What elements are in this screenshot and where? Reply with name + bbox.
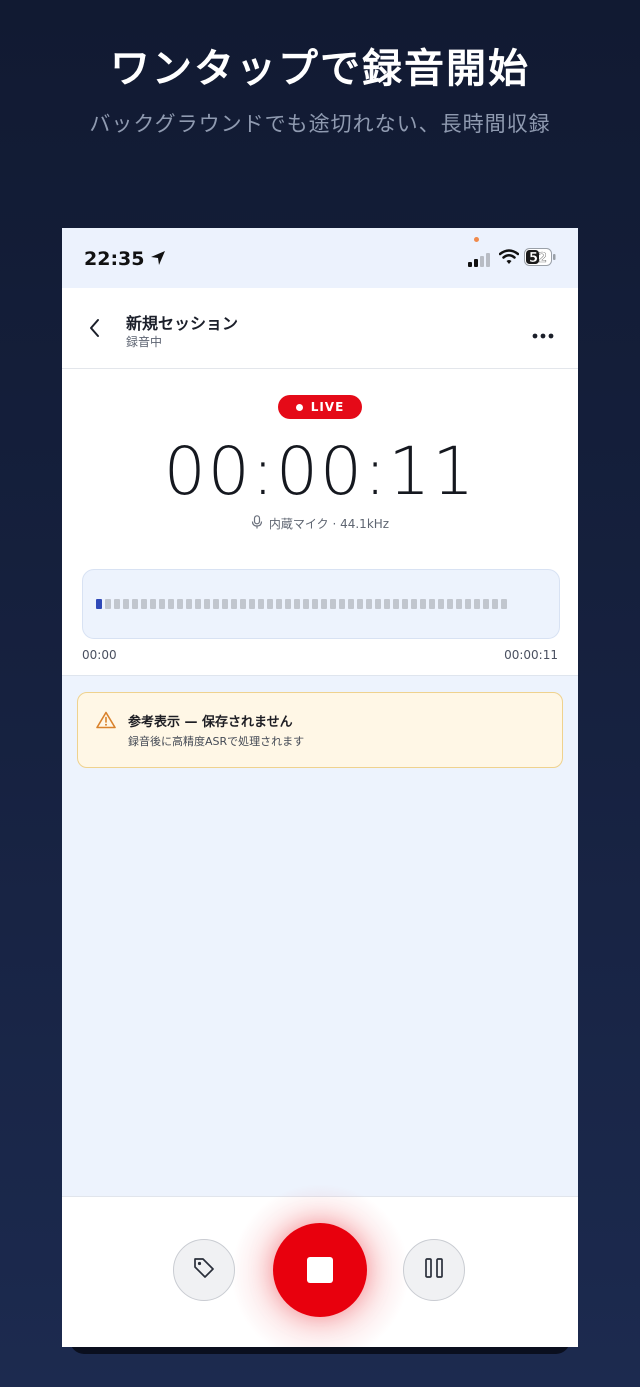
- timeline-start: 00:00: [82, 648, 117, 662]
- waveform-bar: [321, 599, 327, 609]
- location-arrow-icon: [149, 249, 167, 271]
- waveform-bar: [285, 599, 291, 609]
- waveform-bar: [159, 599, 165, 609]
- waveform-bar: [420, 599, 426, 609]
- notice-body: 録音後に高精度ASRで処理されます: [128, 735, 305, 748]
- microphone-icon: [251, 515, 263, 532]
- waveform-bar: [96, 599, 102, 609]
- waveform-bar: [438, 599, 444, 609]
- waveform-bar: [348, 599, 354, 609]
- battery-level: 52: [529, 251, 547, 266]
- pause-icon: [424, 1257, 444, 1283]
- waveform-bar: [195, 599, 201, 609]
- stop-icon: [307, 1257, 333, 1283]
- waveform-bar: [465, 599, 471, 609]
- waveform-bar: [249, 599, 255, 609]
- page-subtitle: 録音中: [126, 335, 163, 349]
- status-time: 22:35: [84, 248, 145, 270]
- input-source: 内蔵マイク · 44.1kHz: [62, 515, 578, 532]
- battery-icon: 52: [524, 248, 556, 270]
- waveform-bar: [366, 599, 372, 609]
- waveform-bar: [132, 599, 138, 609]
- nav-bar: 新規セッション 録音中: [62, 288, 578, 369]
- waveform-bar: [402, 599, 408, 609]
- waveform-bar: [429, 599, 435, 609]
- waveform-bar: [384, 599, 390, 609]
- control-bar: [62, 1183, 578, 1347]
- tag-icon: [192, 1256, 216, 1284]
- cellular-signal-icon: [468, 252, 490, 271]
- waveform-bar: [501, 599, 507, 609]
- waveform-bar: [114, 599, 120, 609]
- waveform-bar: [231, 599, 237, 609]
- waveform-bar: [105, 599, 111, 609]
- waveform-bar: [483, 599, 489, 609]
- waveform-bar: [177, 599, 183, 609]
- elapsed-timer: 00:00:11: [163, 433, 477, 510]
- wifi-icon: [498, 249, 520, 269]
- waveform-bar: [204, 599, 210, 609]
- promo-headline: ワンタップで録音開始: [110, 46, 530, 92]
- waveform-bar: [312, 599, 318, 609]
- waveform-bar: [213, 599, 219, 609]
- waveform: [82, 569, 560, 639]
- phone-screen: 22:35 52 新規セッション 録音中 LIVE 00:00:11 内蔵マイク…: [62, 228, 578, 1347]
- transcript-notice: 参考表示 — 保存されません 録音後に高精度ASRで処理されます: [77, 692, 563, 768]
- waveform-bar: [141, 599, 147, 609]
- live-badge: LIVE: [278, 395, 362, 419]
- recording-panel: LIVE 00:00:11 内蔵マイク · 44.1kHz 00:00 00:0…: [62, 369, 578, 676]
- pause-button[interactable]: [403, 1239, 465, 1301]
- waveform-bar: [240, 599, 246, 609]
- promo-subline: バックグラウンドでも途切れない、長時間収録: [89, 112, 551, 136]
- waveform-bar: [150, 599, 156, 609]
- waveform-bar: [456, 599, 462, 609]
- live-label: LIVE: [310, 400, 345, 414]
- waveform-bar: [330, 599, 336, 609]
- waveform-bar: [375, 599, 381, 609]
- chevron-left-icon[interactable]: [88, 318, 100, 342]
- warning-triangle-icon: [96, 711, 116, 733]
- stop-button[interactable]: [273, 1223, 367, 1317]
- timeline-end: 00:00:11: [504, 648, 558, 662]
- waveform-bar: [123, 599, 129, 609]
- waveform-bars: [96, 599, 507, 609]
- waveform-bar: [357, 599, 363, 609]
- notice-title: 参考表示 — 保存されません: [128, 715, 293, 730]
- waveform-bar: [222, 599, 228, 609]
- waveform-bar: [168, 599, 174, 609]
- waveform-bar: [267, 599, 273, 609]
- page-title: 新規セッション: [126, 314, 239, 333]
- waveform-bar: [303, 599, 309, 609]
- tag-button[interactable]: [173, 1239, 235, 1301]
- privacy-indicator-dot: [474, 237, 479, 242]
- waveform-bar: [339, 599, 345, 609]
- waveform-bar: [492, 599, 498, 609]
- more-horizontal-icon[interactable]: [532, 324, 554, 343]
- waveform-bar: [294, 599, 300, 609]
- status-bar: 22:35 52: [62, 228, 578, 288]
- waveform-bar: [474, 599, 480, 609]
- waveform-bar: [186, 599, 192, 609]
- waveform-bar: [411, 599, 417, 609]
- input-source-label: 内蔵マイク · 44.1kHz: [268, 517, 390, 531]
- live-dot: [295, 403, 303, 411]
- waveform-bar: [258, 599, 264, 609]
- waveform-bar: [393, 599, 399, 609]
- waveform-bar: [447, 599, 453, 609]
- waveform-bar: [276, 599, 282, 609]
